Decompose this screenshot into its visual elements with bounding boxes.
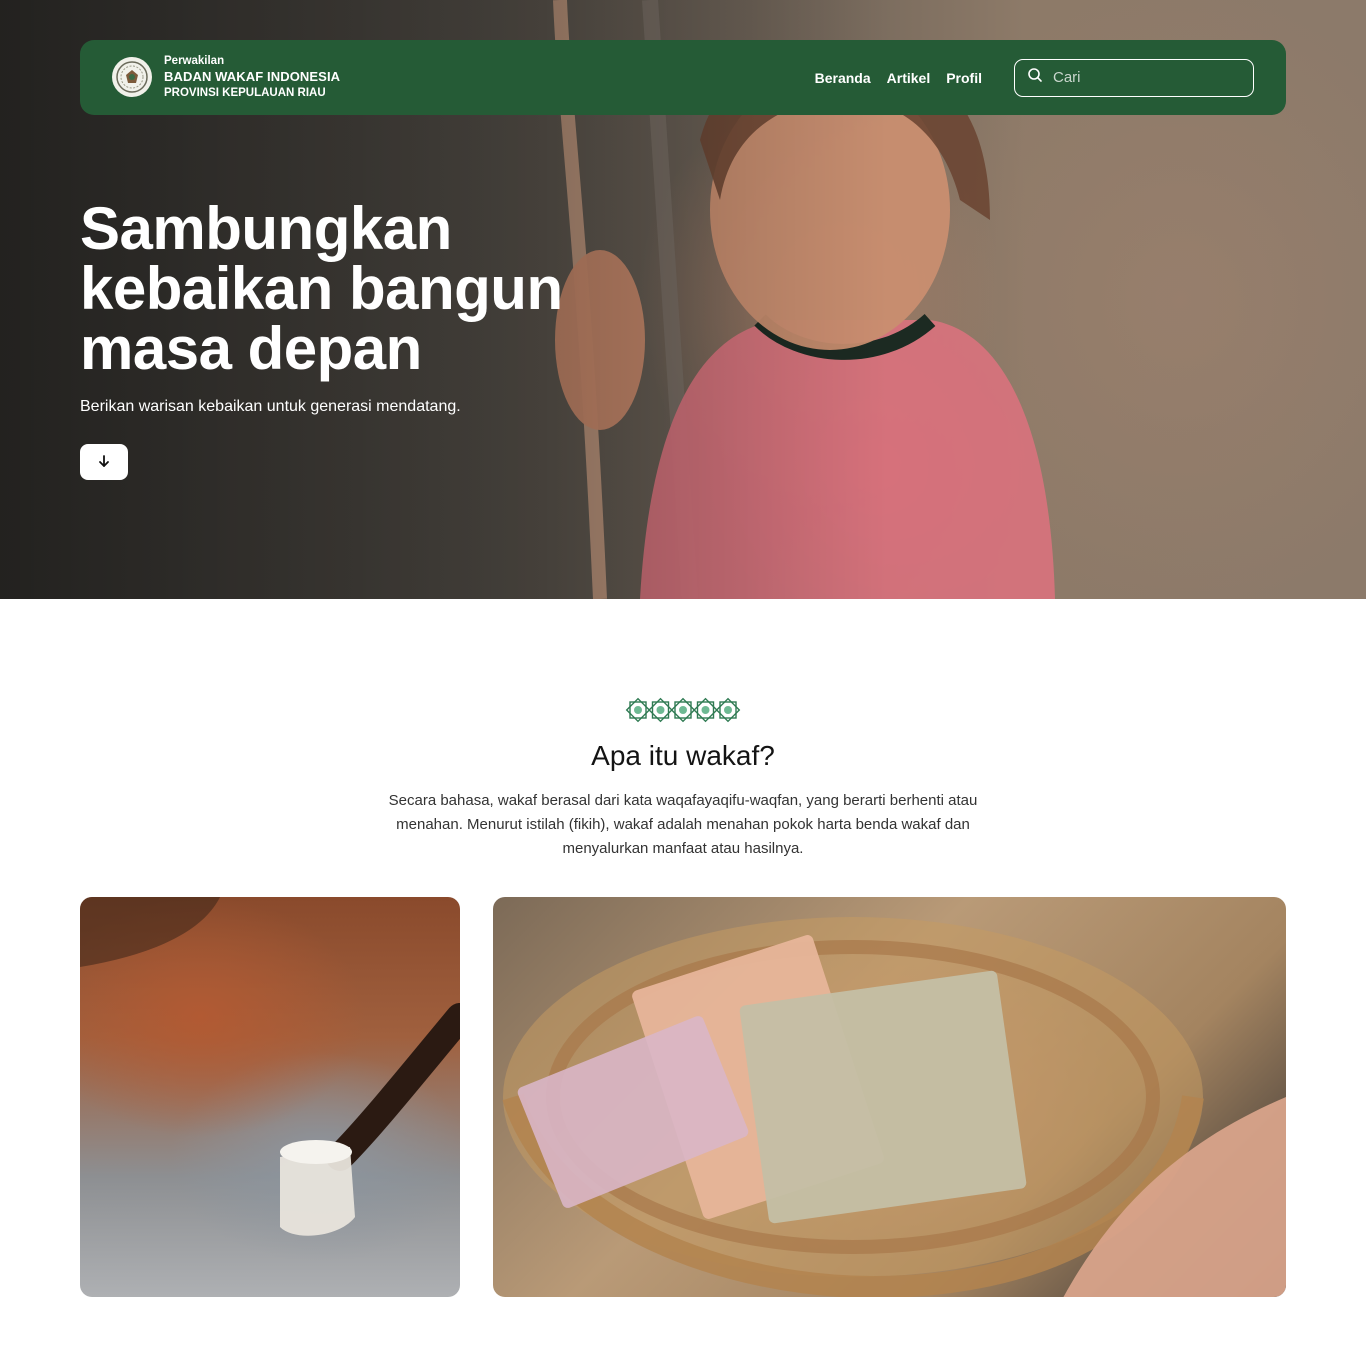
water-cup-photo xyxy=(80,897,460,1297)
top-navbar: Perwakilan BADAN WAKAF INDONESIA PROVINS… xyxy=(80,40,1286,115)
brand-text: Perwakilan BADAN WAKAF INDONESIA PROVINS… xyxy=(164,54,340,101)
scroll-down-button[interactable] xyxy=(80,444,128,480)
nav-link-artikel[interactable]: Artikel xyxy=(887,70,931,86)
brand[interactable]: Perwakilan BADAN WAKAF INDONESIA PROVINS… xyxy=(112,54,340,101)
brand-main-label: BADAN WAKAF INDONESIA xyxy=(164,69,341,85)
brand-small-label: Perwakilan xyxy=(164,55,225,68)
brand-sub-label: PROVINSI KEPULAUAN RIAU xyxy=(164,86,326,99)
arrow-down-icon xyxy=(97,454,111,471)
section-title: Apa itu wakaf? xyxy=(591,740,775,771)
islamic-star-ornament-icon xyxy=(625,695,742,725)
search-icon xyxy=(1027,67,1043,88)
search-box[interactable] xyxy=(1014,58,1254,97)
nav-link-beranda[interactable]: Beranda xyxy=(815,70,871,86)
bwi-logo-icon xyxy=(112,57,152,98)
money-basket-photo xyxy=(493,897,1286,1297)
nav-link-profil[interactable]: Profil xyxy=(946,70,982,86)
hero-title: Sambungkan kebaikan bangun masa depan xyxy=(80,195,563,382)
section-description: Secara bahasa, wakaf berasal dari kata w… xyxy=(388,792,978,857)
hero-subtitle: Berikan warisan kebaikan untuk generasi … xyxy=(80,398,461,415)
search-input[interactable] xyxy=(1053,69,1233,86)
nav-links: Beranda Artikel Profil xyxy=(815,70,982,86)
